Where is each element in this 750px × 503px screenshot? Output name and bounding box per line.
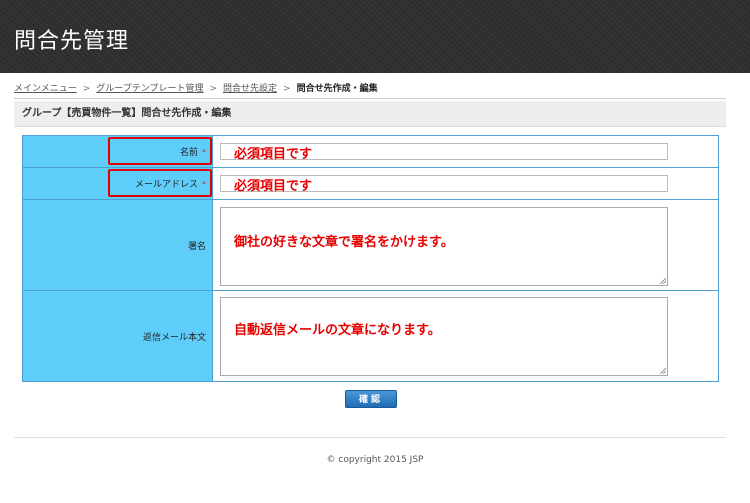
page-title: 問合先管理 <box>14 29 130 54</box>
name-highlight-box <box>108 137 212 165</box>
auto-reply-label: 返信メール本文 <box>142 332 206 343</box>
section-title: グループ【売買物件一覧】問合せ先作成・編集 <box>14 101 726 127</box>
confirm-button[interactable]: 確認 <box>345 390 397 408</box>
app-header: 問合先管理 <box>0 0 750 73</box>
breadcrumb-separator: > <box>209 84 218 94</box>
breadcrumb-divider <box>14 98 726 99</box>
auto-reply-annotation: 自動返信メールの文章になります。 <box>234 323 441 338</box>
email-highlight-box <box>108 169 212 197</box>
breadcrumb-link-contact-settings[interactable]: 問合せ先設定 <box>223 84 277 94</box>
breadcrumb-link-group-template[interactable]: グループテンプレート管理 <box>96 84 203 94</box>
breadcrumb-current: 問合せ先作成・編集 <box>296 84 378 94</box>
resize-handle-icon[interactable] <box>660 278 666 284</box>
footer-divider <box>14 437 726 438</box>
auto-reply-label-cell: 返信メール本文 <box>22 290 213 382</box>
breadcrumb: メインメニュー > グループテンプレート管理 > 問合せ先設定 > 問合せ先作成・編集 <box>14 81 378 94</box>
signature-annotation: 御社の好きな文章で署名をかけます。 <box>234 235 454 250</box>
breadcrumb-separator: > <box>283 84 291 94</box>
email-required-annotation: 必須項目です <box>234 179 313 194</box>
name-required-annotation: 必須項目です <box>234 147 313 162</box>
signature-label: 署名 <box>187 241 206 252</box>
breadcrumb-separator: > <box>82 84 91 94</box>
signature-label-cell: 署名 <box>22 199 213 291</box>
breadcrumb-link-main-menu[interactable]: メインメニュー <box>14 84 77 94</box>
resize-handle-icon[interactable] <box>660 368 666 374</box>
copyright-text: © copyright 2015 JSP <box>326 455 424 465</box>
